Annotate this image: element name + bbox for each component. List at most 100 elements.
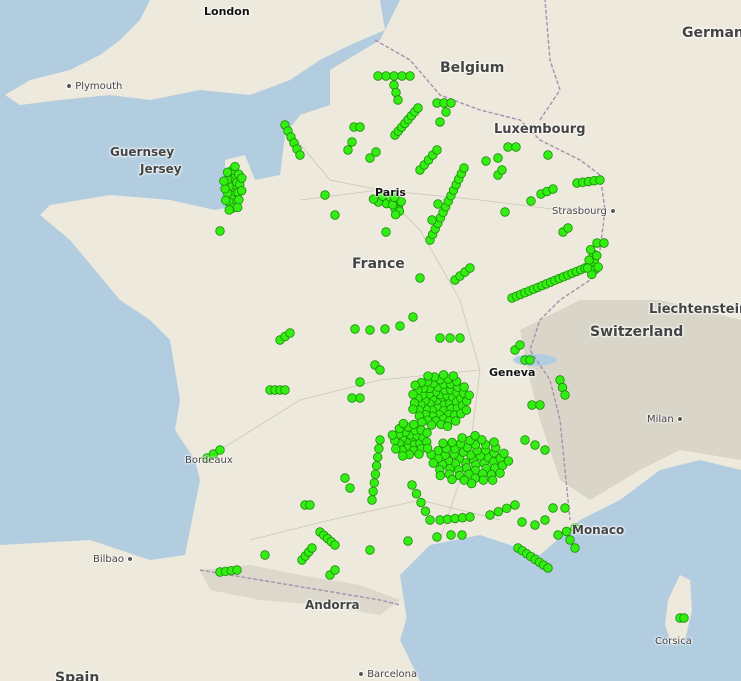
site-marker[interactable]	[381, 71, 391, 81]
site-marker[interactable]	[350, 324, 360, 334]
site-marker[interactable]	[435, 470, 445, 481]
site-marker[interactable]	[371, 147, 381, 157]
site-marker[interactable]	[446, 98, 456, 108]
site-marker[interactable]	[340, 473, 350, 483]
site-marker[interactable]	[461, 405, 472, 415]
site-marker[interactable]	[478, 475, 489, 485]
site-marker[interactable]	[548, 503, 558, 513]
site-marker[interactable]	[470, 431, 480, 441]
site-marker[interactable]	[457, 530, 467, 540]
site-marker[interactable]	[448, 371, 459, 381]
site-marker[interactable]	[232, 202, 243, 213]
site-marker[interactable]	[425, 515, 435, 525]
site-marker[interactable]	[446, 530, 456, 540]
site-marker[interactable]	[455, 333, 465, 343]
site-marker[interactable]	[395, 321, 405, 331]
site-marker[interactable]	[236, 186, 247, 196]
site-marker[interactable]	[415, 273, 425, 283]
site-marker[interactable]	[417, 417, 427, 427]
site-marker[interactable]	[422, 428, 432, 438]
site-marker[interactable]	[370, 469, 381, 479]
site-marker[interactable]	[345, 483, 355, 493]
site-marker[interactable]	[432, 532, 442, 542]
site-marker[interactable]	[517, 517, 527, 527]
site-marker[interactable]	[375, 435, 385, 445]
site-marker[interactable]	[465, 512, 475, 522]
site-marker[interactable]	[219, 176, 229, 186]
site-marker[interactable]	[423, 371, 433, 381]
site-marker[interactable]	[459, 163, 469, 173]
site-marker[interactable]	[403, 536, 413, 546]
site-marker[interactable]	[465, 263, 475, 273]
site-marker[interactable]	[540, 445, 550, 455]
site-marker[interactable]	[500, 207, 510, 217]
site-marker[interactable]	[411, 489, 422, 499]
site-marker[interactable]	[222, 167, 233, 177]
site-marker[interactable]	[397, 71, 407, 81]
site-marker[interactable]	[347, 393, 357, 403]
site-marker[interactable]	[441, 107, 451, 117]
site-marker[interactable]	[570, 543, 580, 553]
site-marker[interactable]	[497, 165, 507, 175]
site-marker[interactable]	[398, 418, 409, 429]
site-marker[interactable]	[503, 456, 514, 466]
site-marker[interactable]	[368, 486, 378, 497]
site-marker[interactable]	[393, 95, 403, 105]
site-marker[interactable]	[510, 500, 520, 510]
site-marker[interactable]	[493, 153, 503, 163]
site-marker[interactable]	[530, 520, 540, 530]
site-marker[interactable]	[408, 312, 418, 322]
site-marker[interactable]	[563, 223, 573, 233]
site-marker[interactable]	[540, 515, 550, 525]
site-marker[interactable]	[397, 451, 408, 461]
site-marker[interactable]	[407, 480, 417, 490]
site-marker[interactable]	[355, 393, 365, 403]
site-marker[interactable]	[427, 215, 437, 225]
site-marker[interactable]	[422, 443, 433, 453]
site-marker[interactable]	[389, 71, 399, 81]
site-marker[interactable]	[438, 370, 449, 380]
site-marker[interactable]	[391, 444, 401, 454]
site-marker[interactable]	[343, 145, 353, 155]
site-marker[interactable]	[459, 382, 469, 392]
site-marker[interactable]	[489, 437, 499, 447]
site-marker[interactable]	[438, 438, 448, 448]
site-marker[interactable]	[280, 385, 290, 395]
site-marker[interactable]	[560, 503, 570, 513]
site-marker[interactable]	[215, 226, 225, 236]
site-marker[interactable]	[355, 377, 365, 387]
site-marker[interactable]	[220, 195, 231, 206]
site-marker[interactable]	[679, 613, 689, 623]
site-marker[interactable]	[416, 497, 426, 508]
site-marker[interactable]	[447, 437, 457, 448]
site-marker[interactable]	[232, 565, 242, 575]
site-marker[interactable]	[445, 333, 455, 343]
site-marker[interactable]	[224, 205, 234, 215]
site-marker[interactable]	[435, 117, 445, 127]
site-marker[interactable]	[405, 71, 415, 81]
site-marker[interactable]	[381, 227, 391, 237]
site-marker[interactable]	[320, 190, 330, 200]
site-marker[interactable]	[585, 245, 596, 255]
site-marker[interactable]	[543, 150, 553, 160]
site-marker[interactable]	[305, 500, 315, 510]
site-marker[interactable]	[543, 563, 553, 573]
site-marker[interactable]	[499, 448, 509, 459]
site-marker[interactable]	[369, 478, 379, 488]
site-marker[interactable]	[409, 419, 419, 430]
site-marker[interactable]	[432, 145, 442, 155]
site-marker[interactable]	[387, 430, 398, 440]
site-marker[interactable]	[410, 380, 420, 390]
site-marker[interactable]	[285, 328, 295, 338]
site-marker[interactable]	[365, 325, 375, 335]
site-marker[interactable]	[487, 475, 498, 485]
site-marker[interactable]	[237, 173, 247, 183]
site-marker[interactable]	[373, 71, 383, 81]
site-marker[interactable]	[433, 199, 443, 209]
site-marker[interactable]	[373, 452, 383, 462]
site-marker[interactable]	[595, 175, 605, 185]
site-marker[interactable]	[493, 506, 504, 517]
site-marker[interactable]	[501, 503, 512, 514]
site-marker[interactable]	[367, 495, 377, 505]
site-marker[interactable]	[420, 506, 431, 516]
